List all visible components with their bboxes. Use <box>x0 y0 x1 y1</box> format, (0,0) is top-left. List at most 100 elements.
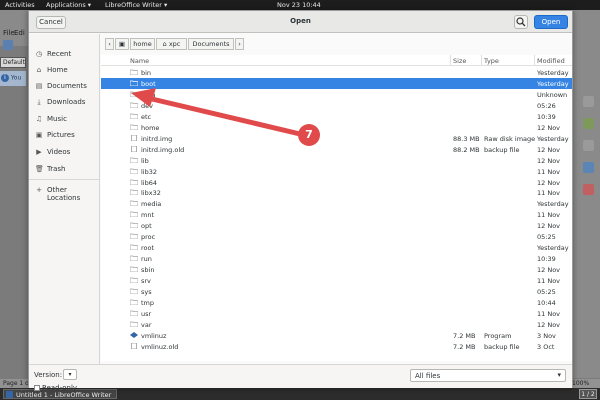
folder-icon <box>130 200 138 207</box>
file-row[interactable]: initrd.img.old 88.2 MB backup file 12 Nov <box>101 144 572 155</box>
sidebar-item-videos[interactable]: ▶ Videos <box>29 145 99 159</box>
page-icon[interactable] <box>583 184 594 195</box>
sidebar-item-pictures[interactable]: ▣ Pictures <box>29 128 99 142</box>
file-row[interactable]: sbin 12 Nov <box>101 264 572 275</box>
path-home-button[interactable]: home <box>130 38 155 50</box>
file-modified: Yesterday <box>537 69 569 77</box>
file-row[interactable]: mnt 11 Nov <box>101 209 572 220</box>
file-size: 7.2 MB <box>453 331 476 340</box>
file-name: opt <box>141 222 152 231</box>
sidebar-item-downloads[interactable]: ⤓ Downloads <box>29 95 99 109</box>
checkbox-box <box>34 385 40 391</box>
file-row[interactable]: var 12 Nov <box>101 319 572 330</box>
file-modified: Yesterday <box>537 134 569 143</box>
writer-menu-file[interactable]: File <box>3 29 15 37</box>
file-modified: 12 Nov <box>537 145 561 154</box>
sidebar-divider <box>29 179 99 180</box>
file-row[interactable]: home 12 Nov <box>101 122 572 133</box>
sidebar-item-other-locations[interactable]: + Other Locations <box>29 183 99 202</box>
file-row[interactable]: srv 11 Nov <box>101 275 572 286</box>
path-back-button[interactable]: ‹ <box>105 38 114 50</box>
file-row[interactable]: boot Yesterday <box>101 77 572 89</box>
folder-icon <box>130 233 138 240</box>
file-row[interactable]: usr 11 Nov <box>101 308 572 319</box>
file-row[interactable]: data Unknown <box>101 89 572 100</box>
search-button[interactable] <box>514 15 528 29</box>
file-row[interactable]: lib32 11 Nov <box>101 166 572 177</box>
read-only-checkbox[interactable]: Read-only <box>34 384 77 392</box>
file-row[interactable]: initrd.img 88.3 MB Raw disk image Yesterday <box>101 133 572 144</box>
column-type[interactable]: Type <box>484 57 499 65</box>
sidebar-item-label: Documents <box>47 82 87 90</box>
file-row[interactable]: etc 10:39 <box>101 111 572 122</box>
home-icon: ⌂ <box>36 66 42 74</box>
file-name: srv <box>141 277 151 286</box>
gallery-icon[interactable] <box>583 140 594 151</box>
file-name: usr <box>141 309 152 318</box>
file-modified: 3 Oct <box>537 342 555 351</box>
dialog-header: Cancel Open Open <box>29 11 572 33</box>
path-root-button[interactable]: ▣ <box>115 38 129 50</box>
file-name: vmlinuz <box>141 331 167 340</box>
clock[interactable]: Nov 23 10:44 <box>277 1 321 9</box>
file-row[interactable]: proc 05:25 <box>101 231 572 242</box>
workspace-pager[interactable]: 1 / 2 <box>579 389 597 399</box>
file-modified: Unknown <box>537 90 568 99</box>
info-icon: i <box>1 74 9 82</box>
folder-icon <box>130 310 138 316</box>
sidebar-item-home[interactable]: ⌂ Home <box>29 63 99 77</box>
app-menu[interactable]: LibreOffice Writer ▾ <box>105 1 167 9</box>
sidebar-item-trash[interactable]: 🗑 Trash <box>29 162 99 176</box>
file-row[interactable]: media Yesterday <box>101 198 572 209</box>
path-forward-button[interactable]: › <box>235 38 244 50</box>
trash-icon: 🗑 <box>35 165 44 173</box>
new-document-icon[interactable] <box>3 40 13 50</box>
file-row[interactable]: sys 05:25 <box>101 286 572 297</box>
dialog-footer: Version: ▾ All files ▾ Read-only <box>29 364 572 392</box>
paragraph-style-box[interactable]: Default <box>0 57 26 68</box>
file-row[interactable]: opt 12 Nov <box>101 220 572 231</box>
activities-button[interactable]: Activities <box>5 1 35 9</box>
version-dropdown[interactable]: ▾ <box>63 369 77 380</box>
file-modified: 11 Nov <box>537 309 561 318</box>
file-list-header: Name Size Type Modified <box>101 55 572 66</box>
navigator-icon[interactable] <box>583 162 594 173</box>
file-row[interactable]: root Yesterday <box>101 242 572 253</box>
folder-icon <box>130 80 138 86</box>
zoom-level[interactable]: 100% <box>572 380 589 387</box>
file-row[interactable]: libx32 11 Nov <box>101 187 572 198</box>
file-row[interactable]: dev 05:26 <box>101 100 572 111</box>
file-row[interactable]: vmlinuz 7.2 MB Program 3 Nov <box>101 330 572 341</box>
file-modified: 12 Nov <box>537 320 561 329</box>
column-name[interactable]: Name <box>130 57 149 65</box>
properties-icon[interactable] <box>583 96 594 107</box>
column-divider <box>534 55 535 66</box>
file-row[interactable]: tmp 10:44 <box>101 297 572 308</box>
writer-menu-edit[interactable]: Edi <box>14 29 25 37</box>
sidebar-item-label: Music <box>47 115 67 123</box>
file-row[interactable]: bin Yesterday <box>101 67 572 78</box>
file-name: root <box>141 244 155 253</box>
applications-menu[interactable]: Applications ▾ <box>46 1 91 9</box>
file-row[interactable]: run 10:39 <box>101 253 572 264</box>
sidebar-item-recent[interactable]: ◷ Recent <box>29 47 99 61</box>
sidebar-item-music[interactable]: ♫ Music <box>29 112 99 126</box>
file-row[interactable]: lib64 12 Nov <box>101 177 572 188</box>
file-name: libx32 <box>141 189 161 198</box>
column-size[interactable]: Size <box>453 57 466 65</box>
file-row[interactable]: lib 12 Nov <box>101 155 572 166</box>
file-name: initrd.img <box>141 134 173 143</box>
path-user-button[interactable]: ⌂ xpc <box>156 38 187 50</box>
file-modified: 11 Nov <box>537 189 561 198</box>
styles-icon[interactable] <box>583 118 594 129</box>
column-modified[interactable]: Modified <box>537 57 565 65</box>
folder-icon <box>130 91 138 97</box>
path-documents-button[interactable]: Documents <box>188 38 234 50</box>
folder-icon <box>130 244 138 251</box>
sidebar-item-label: Home <box>47 66 68 74</box>
file-name: run <box>141 255 152 264</box>
file-type-filter[interactable]: All files ▾ <box>410 369 566 382</box>
file-row[interactable]: vmlinuz.old 7.2 MB backup file 3 Oct <box>101 341 572 352</box>
open-button[interactable]: Open <box>534 15 568 29</box>
sidebar-item-documents[interactable]: ▤ Documents <box>29 79 99 93</box>
